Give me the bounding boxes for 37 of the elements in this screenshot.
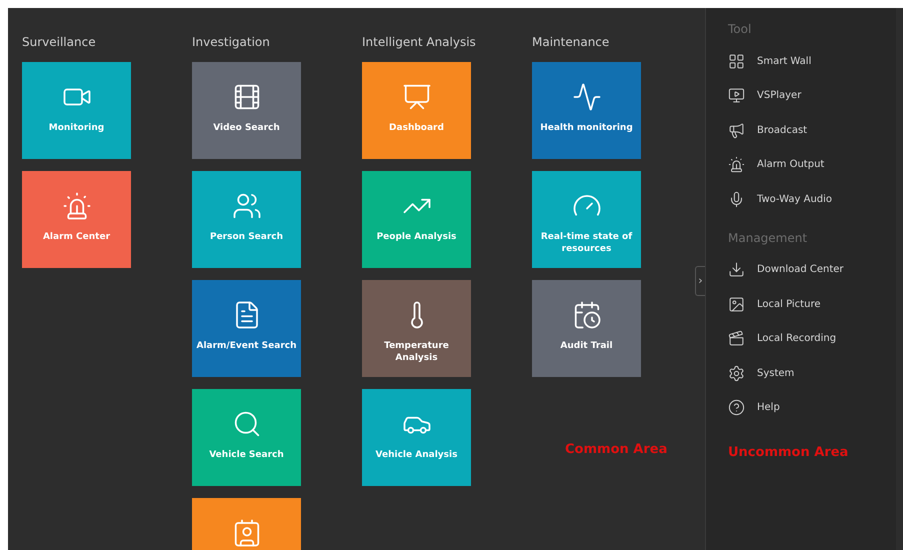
player-icon <box>728 87 745 104</box>
sidebar-item[interactable]: Broadcast <box>728 113 896 148</box>
people-icon <box>232 191 262 221</box>
settings-icon <box>728 364 745 382</box>
clapperboard-icon <box>728 330 745 348</box>
sidebar-item[interactable]: Local Recording <box>728 322 896 356</box>
pulse-icon <box>572 82 602 112</box>
category-heading: Maintenance <box>532 35 610 49</box>
section-heading: Tool <box>728 21 752 38</box>
sidebar-item[interactable]: Two-Way Audio <box>728 182 896 216</box>
sidebar-item[interactable]: Local Picture <box>728 287 896 322</box>
grid-icon <box>728 52 745 70</box>
image-icon <box>728 296 745 313</box>
microphone-icon <box>728 190 745 208</box>
sidebar-item[interactable]: VSPlayer <box>728 78 896 113</box>
download-icon <box>728 261 745 278</box>
category-heading: Intelligent Analysis <box>362 35 477 49</box>
sidebar-item[interactable]: System <box>728 356 896 390</box>
module-tile[interactable]: Audit Trail <box>532 280 641 377</box>
siren-icon <box>728 156 745 174</box>
presentation-board-icon <box>402 82 432 112</box>
module-tile[interactable]: Temperature Analysis <box>362 280 471 377</box>
module-tile[interactable]: Health monitoring <box>532 62 641 159</box>
section-heading: Management <box>728 230 808 246</box>
module-tile[interactable]: Alarm/Event Search <box>192 280 301 377</box>
megaphone-icon <box>728 122 745 139</box>
module-tile[interactable]: Video Search <box>192 62 301 159</box>
help-icon <box>728 399 745 416</box>
sidebar-item[interactable]: Download Center <box>728 252 896 287</box>
category-heading: Investigation <box>192 35 271 49</box>
sidebar-item[interactable]: Help <box>728 390 896 425</box>
annotation-label: Uncommon Area <box>728 444 850 462</box>
category-heading: Surveillance <box>22 35 97 49</box>
sidebar-item[interactable]: Smart Wall <box>728 44 896 78</box>
annotation-label: Common Area <box>565 441 668 459</box>
siren-icon <box>62 191 92 221</box>
sidebar-item[interactable]: Alarm Output <box>728 148 896 182</box>
